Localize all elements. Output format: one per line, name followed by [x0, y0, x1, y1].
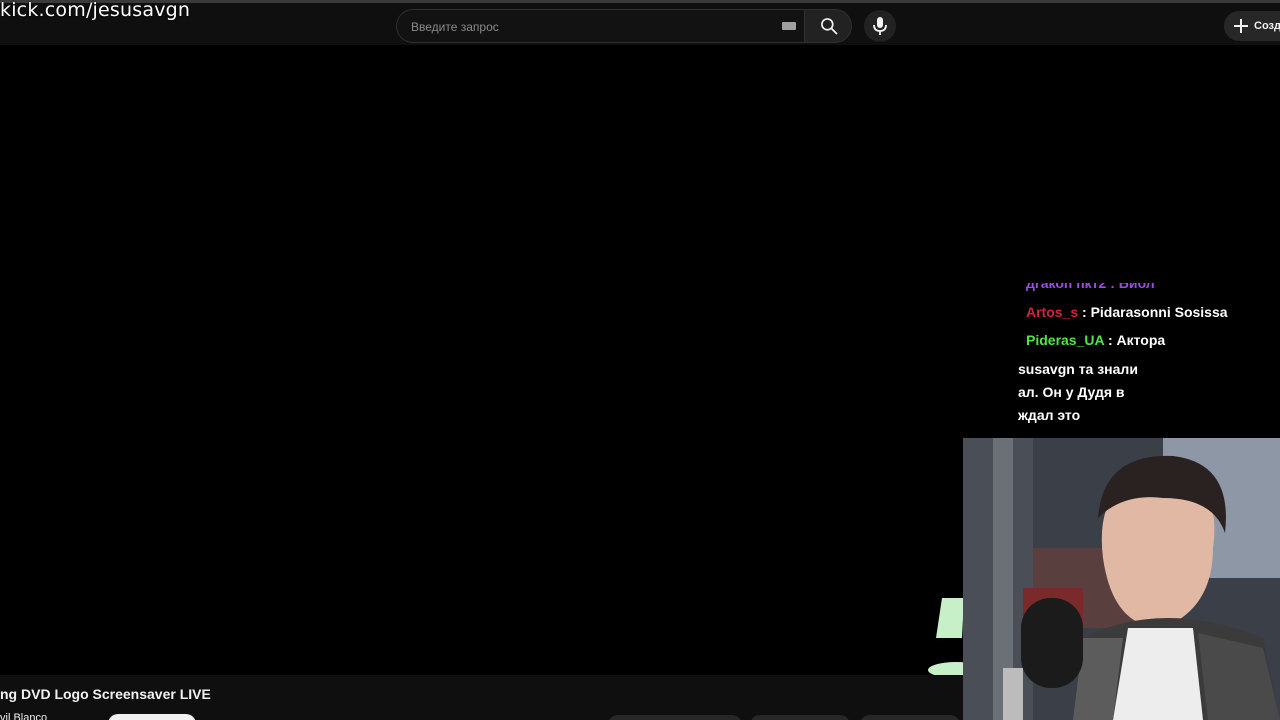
mic-icon	[873, 17, 887, 35]
like-dislike-button[interactable]	[608, 715, 742, 720]
webcam-image	[963, 438, 1280, 720]
search-icon	[821, 18, 838, 35]
search-input[interactable]	[409, 16, 773, 38]
dvd-logo	[928, 598, 968, 675]
chat-message-cut: дгакоп пкт2 : Библ	[1026, 275, 1155, 291]
chat-message: Pideras_UA : Актора	[1026, 332, 1165, 348]
chat-text: : Pidarasonni Sosissa	[1078, 304, 1228, 320]
youtube-watch-page: Созд kick.com/jesusavgn дгакоп пкт2 : Би…	[0, 0, 1280, 720]
share-button[interactable]	[750, 715, 850, 720]
create-label: Созд	[1254, 20, 1280, 32]
top-bar: Созд	[0, 0, 1280, 45]
chat-username: Pideras_UA	[1026, 332, 1105, 348]
more-actions-button[interactable]	[860, 715, 960, 720]
plus-icon	[1234, 19, 1248, 33]
webcam-feed	[963, 438, 1280, 720]
chat-fragment-line: ал. Он у Дудя в	[1018, 384, 1125, 400]
chat-fragment-line: susavgn та знали	[1018, 361, 1138, 377]
chat-username: Artos_s	[1026, 304, 1079, 320]
chat-message: Artos_s : Pidarasonni Sosissa	[1026, 304, 1228, 320]
chat-fragment-line: ждал это	[1018, 407, 1081, 423]
create-button[interactable]: Созд	[1224, 11, 1280, 41]
chat-text: : Актора	[1104, 332, 1166, 348]
search-box[interactable]	[396, 9, 804, 43]
channel-name[interactable]: vil Blanco	[0, 712, 47, 720]
stream-url-overlay: kick.com/jesusavgn	[0, 0, 191, 21]
video-title: ng DVD Logo Screensaver LIVE	[0, 686, 211, 702]
voice-search-button[interactable]	[864, 10, 896, 42]
search-button[interactable]	[804, 9, 852, 43]
chat-overlay: дгакоп пкт2 : Библ Artos_s : Pidarasonni…	[1018, 269, 1280, 429]
keyboard-icon[interactable]	[782, 22, 796, 30]
video-info: ng DVD Logo Screensaver LIVE vil Blanco	[0, 675, 963, 720]
subscribe-button[interactable]	[108, 714, 196, 720]
